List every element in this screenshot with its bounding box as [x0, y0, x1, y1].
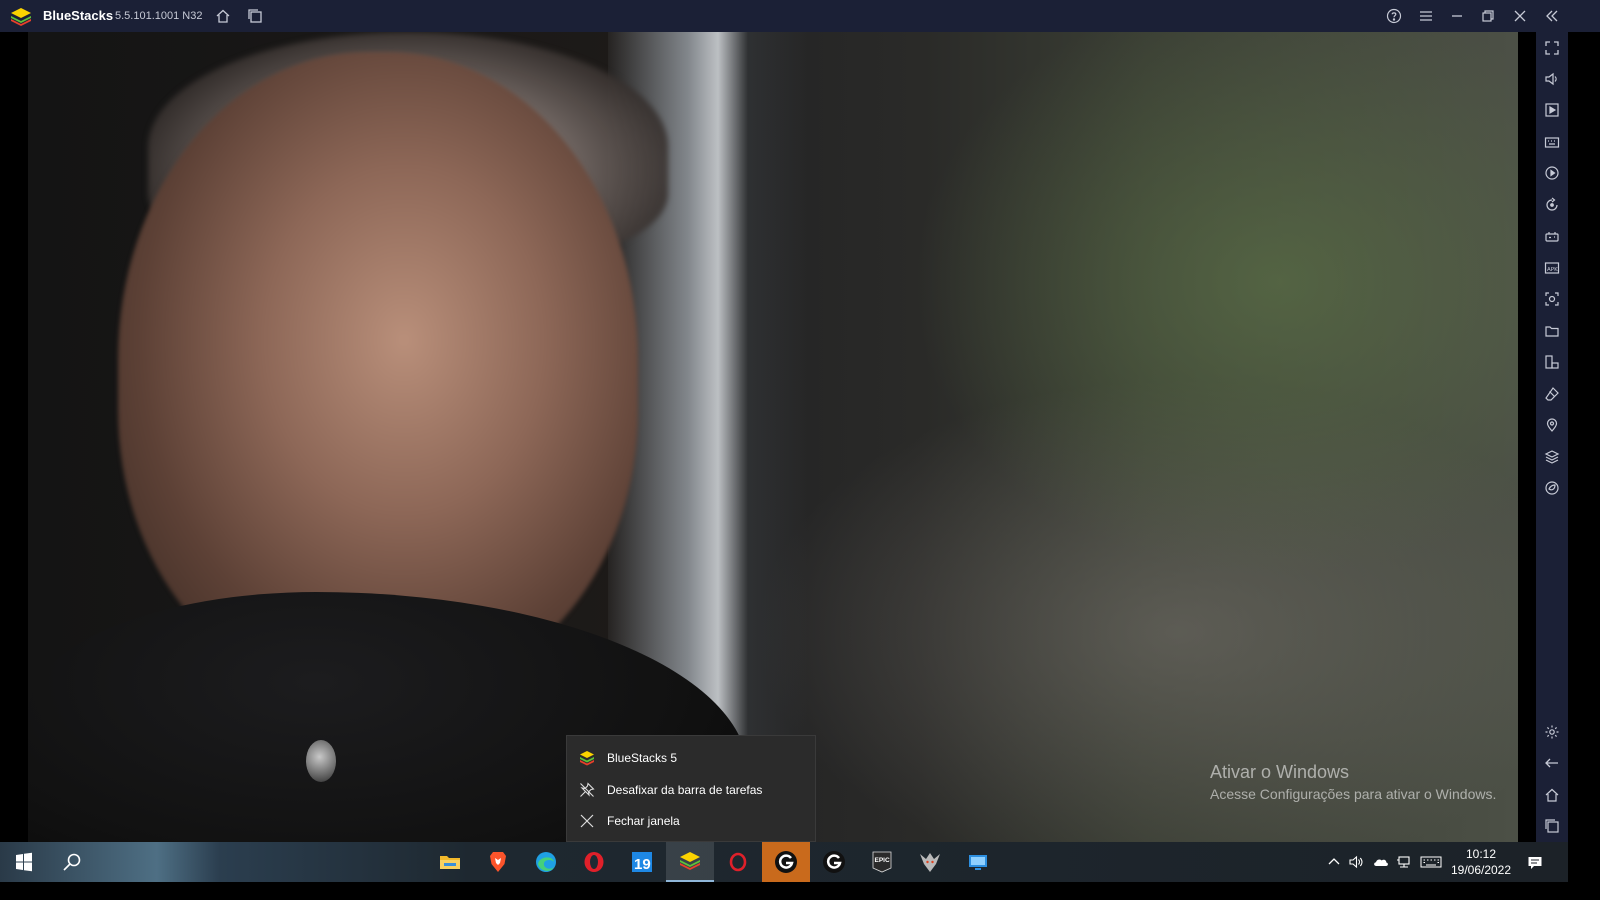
show-hidden-icons[interactable]: [1326, 852, 1342, 872]
help-icon[interactable]: [1384, 6, 1404, 26]
close-window-label: Fechar janela: [607, 814, 680, 828]
settings-icon[interactable]: [1544, 724, 1560, 740]
calendar-badge: 19: [634, 856, 651, 873]
bluestacks-sidebar: APK: [1536, 32, 1568, 860]
logitech-g-icon: [775, 851, 797, 873]
close-icon[interactable]: [1510, 6, 1530, 26]
close-window-item[interactable]: Fechar janela: [567, 806, 815, 836]
clock-date: 19/06/2022: [1450, 863, 1512, 877]
speaker-icon: [1349, 855, 1363, 869]
taskbar-logitech-g-hub[interactable]: [810, 842, 858, 882]
taskbar-brave[interactable]: [474, 842, 522, 882]
multi-instance-icon[interactable]: [245, 6, 265, 26]
app-version: 5.5.101.1001 N32: [115, 10, 203, 22]
epic-games-icon: EPIC: [872, 851, 892, 873]
jump-list-app-item[interactable]: BlueStacks 5: [567, 743, 815, 773]
taskbar-edge[interactable]: [522, 842, 570, 882]
clock-time: 10:12: [1465, 847, 1497, 861]
start-icon: [16, 852, 32, 872]
folder-icon[interactable]: [1544, 323, 1560, 339]
collapse-sidebar-icon[interactable]: [1542, 6, 1562, 26]
start-button[interactable]: [0, 842, 48, 882]
network-icon: [1397, 856, 1410, 868]
volume-icon[interactable]: [1544, 71, 1560, 87]
back-icon[interactable]: [1544, 755, 1560, 771]
taskbar-calendar-app[interactable]: 19: [618, 842, 666, 882]
chevron-up-icon: [1328, 858, 1340, 865]
apk-icon[interactable]: APK: [1544, 260, 1560, 276]
unpin-from-taskbar-label: Desafixar da barra de tarefas: [607, 783, 763, 797]
taskbar-bluestacks[interactable]: [666, 842, 714, 882]
taskbar-remote-desktop[interactable]: [954, 842, 1002, 882]
taskbar-epic-games[interactable]: EPIC: [858, 842, 906, 882]
jump-list-app-label: BlueStacks 5: [607, 751, 678, 765]
volume-tray[interactable]: [1348, 852, 1364, 872]
calendar-19-icon: 19: [632, 852, 652, 873]
file-explorer-icon: [440, 856, 460, 869]
activation-watermark-subtitle: Acesse Configurações para ativar o Windo…: [1210, 786, 1497, 802]
taskbar-logitech-g[interactable]: [762, 842, 810, 882]
search-button[interactable]: [48, 842, 96, 882]
bluestacks-icon: [580, 751, 594, 766]
rotate-icon[interactable]: [1544, 197, 1560, 213]
screenshot-icon[interactable]: [1544, 291, 1560, 307]
eco-mode-icon[interactable]: [1544, 480, 1560, 496]
layers-icon[interactable]: [1544, 449, 1560, 465]
media-icon[interactable]: [1544, 102, 1560, 118]
macro-icon[interactable]: [1544, 165, 1560, 181]
taskbar-opera-gx[interactable]: [714, 842, 762, 882]
location-icon[interactable]: [1544, 417, 1560, 433]
menu-icon[interactable]: [1416, 6, 1436, 26]
shirt-button: [306, 740, 336, 782]
svg-text:APK: APK: [1547, 267, 1558, 273]
edge-icon: [536, 852, 556, 872]
taskbar-clock[interactable]: 10:12 19/06/2022: [1450, 846, 1512, 878]
remote-desktop-icon: [969, 855, 987, 870]
opera-icon: [584, 852, 604, 872]
onedrive-tray[interactable]: [1372, 852, 1390, 872]
search-icon: [63, 853, 81, 871]
brave-icon: [490, 852, 506, 872]
keyboard-icon: [1420, 856, 1442, 868]
recent-apps-icon[interactable]: [1544, 818, 1560, 834]
eraser-icon[interactable]: [1544, 386, 1560, 402]
keyboard-icon[interactable]: [1544, 134, 1560, 150]
unpin-icon: [580, 782, 595, 797]
opera-gx-icon: [729, 852, 747, 872]
resize-icon[interactable]: [1544, 354, 1560, 370]
fullscreen-icon[interactable]: [1544, 40, 1560, 56]
activation-watermark-title: Ativar o Windows: [1210, 762, 1350, 782]
onedrive-icon: [1374, 859, 1388, 866]
unpin-from-taskbar-item[interactable]: Desafixar da barra de tarefas: [567, 775, 815, 805]
restore-icon[interactable]: [1478, 6, 1498, 26]
gamepad-icon[interactable]: [1544, 228, 1560, 244]
home-icon[interactable]: [1544, 787, 1560, 803]
notification-icon: [1528, 857, 1542, 869]
taskbar-jump-list: BlueStacks 5 Desafixar da barra de taref…: [566, 735, 816, 842]
bluestacks-logo-icon: [11, 8, 31, 26]
taskbar-witcher[interactable]: [906, 842, 954, 882]
title-bar: BlueStacks 5.5.101.1001 N32: [0, 0, 1600, 32]
input-keyboard-tray[interactable]: [1420, 852, 1442, 872]
close-icon: [580, 814, 594, 828]
taskbar-opera[interactable]: [570, 842, 618, 882]
epic-label: EPIC: [875, 857, 890, 864]
windows-taskbar: 19 EPIC: [0, 842, 1568, 882]
witcher-icon: [920, 853, 940, 872]
notification-center[interactable]: [1526, 853, 1544, 873]
minimize-icon[interactable]: [1447, 6, 1467, 26]
home-icon[interactable]: [213, 6, 233, 26]
logitech-g-hub-icon: [823, 851, 845, 873]
taskbar-file-explorer[interactable]: [426, 842, 474, 882]
network-tray[interactable]: [1396, 852, 1412, 872]
app-title: BlueStacks: [43, 8, 114, 23]
bluestacks-icon: [680, 852, 700, 870]
